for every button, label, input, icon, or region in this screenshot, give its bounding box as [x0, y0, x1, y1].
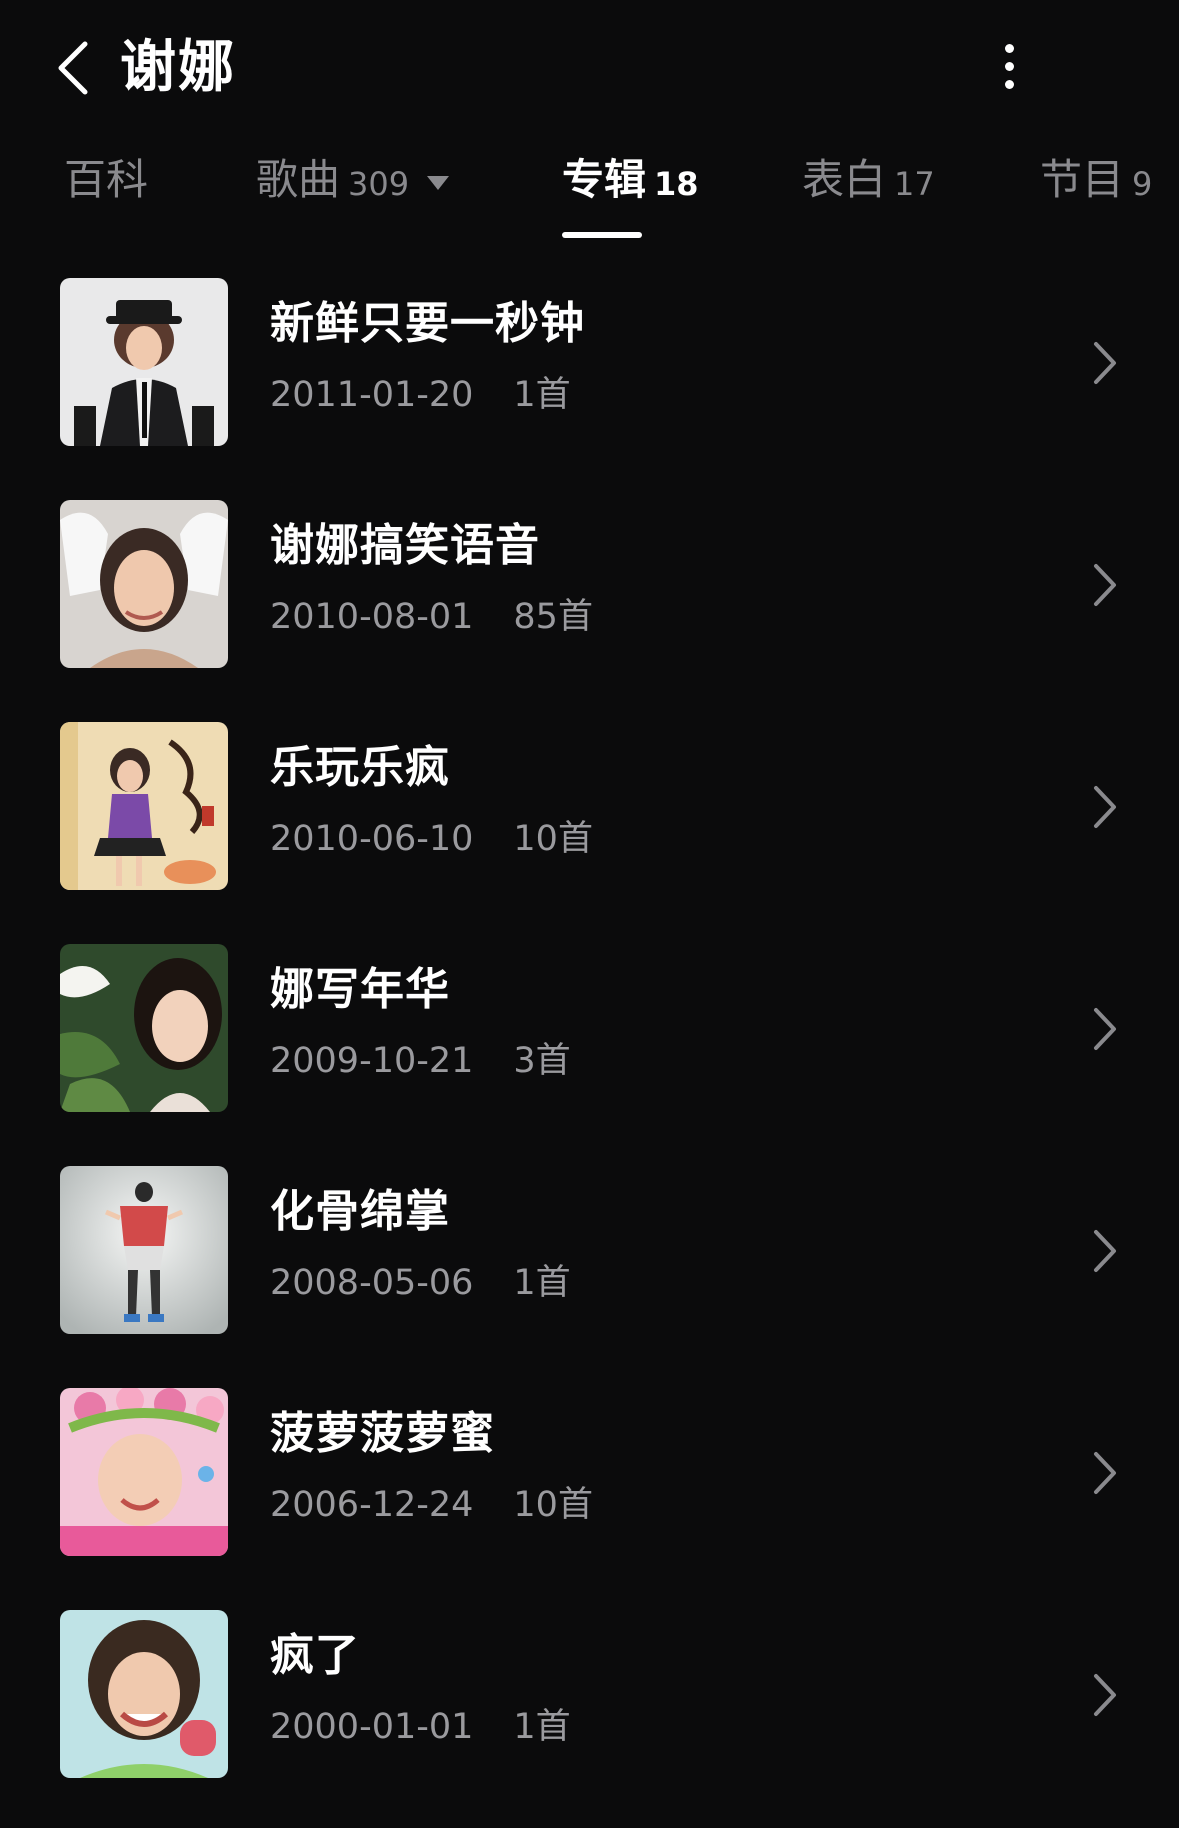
chevron-right-icon [1094, 1674, 1116, 1716]
album-meta: 2006-12-24 10首 [270, 1480, 593, 1530]
track-count: 3首 [513, 1041, 571, 1081]
vertical-ellipsis-icon [1004, 43, 1014, 53]
album-row[interactable]: 娜写年华 2009-10-21 3首 [0, 940, 1179, 1162]
tab-count: 9 [1132, 165, 1153, 203]
album-row[interactable]: 谢娜搞笑语音 2010-08-01 85首 [0, 496, 1179, 718]
tab-label: 歌曲 [256, 155, 341, 204]
album-title: 疯了 [270, 1630, 360, 1681]
track-count: 1首 [513, 1263, 571, 1303]
track-count: 10首 [513, 1485, 593, 1525]
tab-albums[interactable]: 专辑 18 [562, 150, 699, 240]
album-cover [60, 500, 228, 668]
chevron-left-icon [58, 41, 88, 95]
top-bar: 谢娜 [0, 0, 1179, 130]
release-date: 2008-05-06 [270, 1263, 474, 1303]
album-title: 菠萝菠萝蜜 [270, 1408, 495, 1459]
album-cover [60, 1388, 228, 1556]
tab-programs[interactable]: 节目 9 [1040, 150, 1152, 240]
chevron-right-icon [1094, 1008, 1116, 1050]
tab-label: 专辑 [562, 155, 647, 204]
track-count: 1首 [513, 375, 571, 415]
release-date: 2006-12-24 [270, 1485, 474, 1525]
release-date: 2010-08-01 [270, 597, 474, 637]
tab-count: 309 [348, 165, 410, 203]
tab-confessions[interactable]: 表白 17 [802, 150, 935, 240]
album-title: 新鲜只要一秒钟 [270, 298, 585, 349]
album-cover [60, 722, 228, 890]
album-row[interactable]: 新鲜只要一秒钟 2011-01-20 1首 [0, 274, 1179, 496]
track-count: 1首 [513, 1707, 571, 1747]
album-meta: 2009-10-21 3首 [270, 1036, 571, 1086]
track-count: 10首 [513, 819, 593, 859]
album-meta: 2008-05-06 1首 [270, 1258, 571, 1308]
release-date: 2000-01-01 [270, 1707, 474, 1747]
tab-label: 百科 [64, 155, 149, 204]
album-row[interactable]: 菠萝菠萝蜜 2006-12-24 10首 [0, 1384, 1179, 1606]
album-cover [60, 1610, 228, 1778]
album-cover [60, 1166, 228, 1334]
tab-label: 表白 [802, 155, 887, 204]
chevron-right-icon [1094, 1230, 1116, 1272]
dropdown-caret-icon[interactable] [427, 176, 450, 190]
album-title: 娜写年华 [270, 964, 450, 1015]
album-cover [60, 278, 228, 446]
album-meta: 2010-06-10 10首 [270, 814, 593, 864]
album-row[interactable]: 疯了 2000-01-01 1首 [0, 1606, 1179, 1828]
category-tabs: 百科 歌曲 309 专辑 18 表白 17 节目 9 [0, 150, 1179, 240]
chevron-right-icon [1094, 564, 1116, 606]
album-title: 乐玩乐疯 [270, 742, 450, 793]
tab-count: 18 [654, 165, 699, 203]
release-date: 2011-01-20 [270, 375, 474, 415]
tab-count: 17 [894, 165, 935, 203]
album-meta: 2011-01-20 1首 [270, 370, 571, 420]
back-button[interactable] [48, 38, 96, 98]
chevron-right-icon [1094, 1452, 1116, 1494]
album-meta: 2010-08-01 85首 [270, 592, 593, 642]
tab-songs[interactable]: 歌曲 309 [256, 150, 450, 240]
album-title: 谢娜搞笑语音 [270, 520, 540, 571]
album-title: 化骨绵掌 [270, 1186, 450, 1237]
album-meta: 2000-01-01 1首 [270, 1702, 571, 1752]
album-cover [60, 944, 228, 1112]
chevron-right-icon [1094, 786, 1116, 828]
release-date: 2010-06-10 [270, 819, 474, 859]
album-row[interactable]: 化骨绵掌 2008-05-06 1首 [0, 1162, 1179, 1384]
page-title: 谢娜 [120, 35, 236, 100]
album-list: 新鲜只要一秒钟 2011-01-20 1首 谢娜搞笑语音 2010-08-01 85… [0, 274, 1179, 1828]
more-options-button[interactable] [989, 36, 1029, 96]
track-count: 85首 [513, 597, 593, 637]
tab-label: 节目 [1040, 155, 1125, 204]
release-date: 2009-10-21 [270, 1041, 474, 1081]
album-row[interactable]: 乐玩乐疯 2010-06-10 10首 [0, 718, 1179, 940]
active-tab-indicator [562, 232, 642, 238]
tab-encyclopedia[interactable]: 百科 [64, 150, 148, 240]
chevron-right-icon [1094, 342, 1116, 384]
